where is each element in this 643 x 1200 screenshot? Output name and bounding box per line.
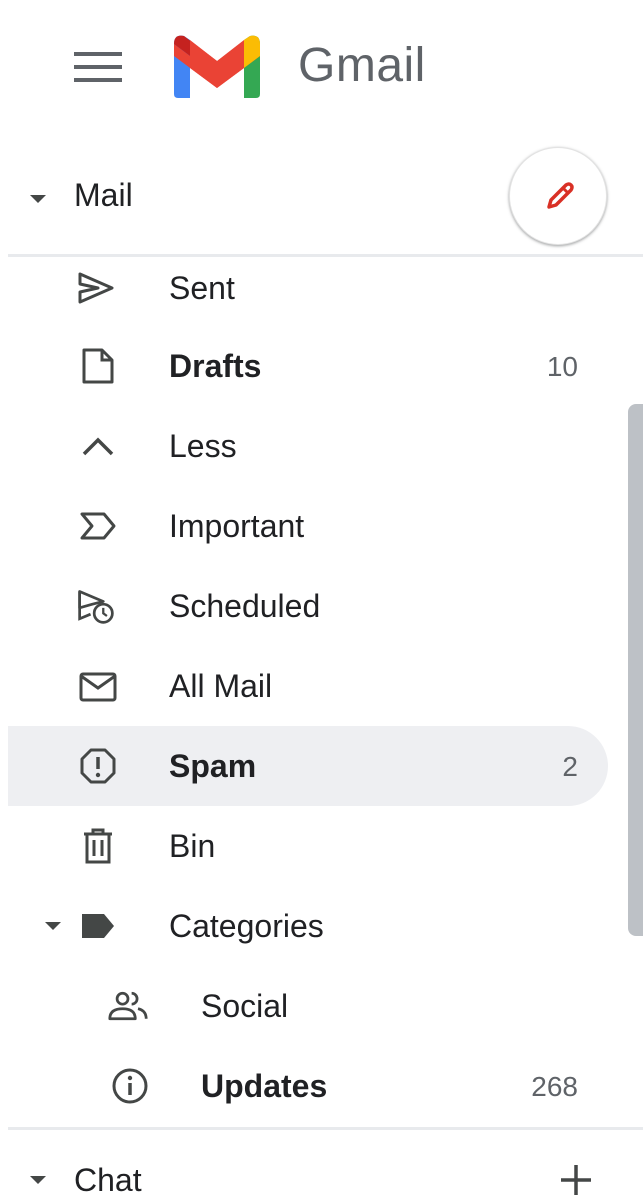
nav-label: Updates — [201, 1068, 328, 1104]
nav-count: 10 — [546, 351, 578, 382]
nav-item-sent[interactable]: Sent — [8, 248, 608, 328]
app-header: Gmail — [0, 0, 643, 130]
nav-label: Less — [169, 428, 237, 464]
spam-icon — [80, 748, 116, 784]
chat-section-label: Chat — [74, 1162, 142, 1198]
pencil-icon — [547, 182, 574, 209]
nav-label: Scheduled — [169, 588, 321, 624]
social-icon — [108, 991, 148, 1021]
label-icon — [82, 914, 114, 938]
gmail-logo[interactable] — [170, 30, 264, 100]
menu-icon — [74, 52, 122, 82]
drafts-icon — [82, 348, 114, 384]
info-icon — [112, 1068, 148, 1104]
nav-item-important[interactable]: Important — [8, 486, 608, 566]
scheduled-icon — [78, 590, 114, 624]
compose-button[interactable] — [509, 147, 607, 245]
chevron-up-icon — [82, 437, 114, 456]
nav-item-categories[interactable]: Categories — [8, 886, 608, 966]
nav-label: Important — [169, 508, 305, 544]
nav-label: Bin — [169, 828, 216, 864]
chat-section-header[interactable]: Chat — [0, 1140, 643, 1200]
caret-down-icon — [30, 195, 46, 203]
nav-item-less[interactable]: Less — [8, 406, 608, 486]
nav-label: Drafts — [169, 348, 262, 384]
nav-label: Categories — [169, 908, 324, 944]
nav-label: Spam — [169, 748, 257, 784]
sent-icon — [78, 272, 114, 304]
nav-item-scheduled[interactable]: Scheduled — [8, 566, 608, 646]
nav-item-updates[interactable]: Updates 268 — [8, 1046, 608, 1126]
main-menu-button[interactable] — [74, 50, 122, 84]
all-mail-icon — [79, 672, 117, 702]
nav-count: 2 — [562, 751, 578, 782]
caret-down-icon — [30, 1176, 46, 1184]
nav-label: Social — [201, 988, 289, 1024]
bin-icon — [84, 828, 112, 864]
app-name: Gmail — [298, 39, 426, 92]
nav-item-social[interactable]: Social — [8, 966, 608, 1046]
nav-label: Sent — [169, 270, 235, 306]
section-divider — [8, 1127, 643, 1130]
mail-section-label: Mail — [74, 177, 133, 213]
nav-item-spam[interactable]: Spam 2 — [8, 726, 608, 806]
nav-item-all-mail[interactable]: All Mail — [8, 646, 608, 726]
important-icon — [80, 512, 116, 540]
nav-item-drafts[interactable]: Drafts 10 — [8, 326, 608, 406]
sidebar-scrollbar[interactable] — [628, 404, 643, 936]
nav-count: 268 — [531, 1071, 578, 1102]
caret-down-icon — [45, 922, 61, 930]
plus-icon[interactable] — [558, 1162, 594, 1198]
nav-item-bin[interactable]: Bin — [8, 806, 608, 886]
nav-label: All Mail — [169, 668, 273, 704]
gmail-logo-icon — [174, 35, 260, 98]
